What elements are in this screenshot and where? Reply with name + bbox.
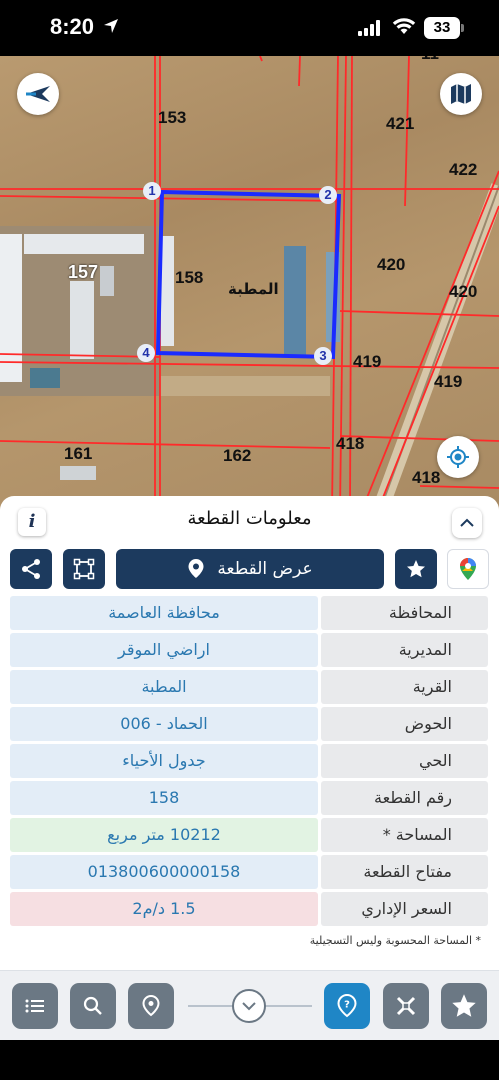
- parcel-label: 419: [434, 372, 463, 391]
- info-icon[interactable]: i: [18, 508, 46, 536]
- home-indicator-area: [0, 1040, 499, 1080]
- info-row-area: 10212 متر مربع المساحة *: [10, 818, 488, 852]
- chevron-down-icon: [242, 1002, 256, 1011]
- parcel-label: 418: [336, 434, 365, 453]
- info-value: 013800600000158: [10, 855, 318, 889]
- collapse-button[interactable]: [452, 508, 482, 538]
- svg-text:?: ?: [344, 1000, 350, 1011]
- view-parcel-label: عرض القطعة: [217, 559, 313, 579]
- sheet-title: معلومات القطعة: [187, 508, 312, 529]
- favorite-button[interactable]: [395, 549, 437, 589]
- map-view[interactable]: 153 421 422 157 158 420 420 419 419 418 …: [0, 56, 499, 510]
- info-row-parcel-key: 013800600000158 مفتاح القطعة: [10, 855, 488, 889]
- parcel-label: 161: [64, 444, 93, 463]
- vertex-marker[interactable]: 3: [314, 347, 332, 365]
- parcel-info-sheet: معلومات القطعة i عرض القطعة محافظة العاص…: [0, 496, 499, 970]
- star-icon: [452, 994, 476, 1017]
- my-location-button[interactable]: [437, 436, 479, 478]
- parcel-label: 153: [158, 108, 187, 127]
- crosshair-icon: [447, 446, 469, 468]
- area-footnote: * المساحة المحسوبة وليس التسجيلية: [309, 934, 481, 947]
- parcel-label: 11: [421, 56, 439, 64]
- info-value: المطبة: [10, 670, 318, 704]
- parcel-label: 162: [223, 446, 252, 465]
- bottom-toolbar: ?: [0, 970, 499, 1040]
- tools-icon: [396, 996, 416, 1016]
- info-row-parcel-number: 158 رقم القطعة: [10, 781, 488, 815]
- google-maps-button[interactable]: [447, 549, 489, 589]
- info-value: اراضي الموقر: [10, 633, 318, 667]
- info-row-village: المطبة القرية: [10, 670, 488, 704]
- info-key: رقم القطعة: [321, 781, 488, 815]
- search-icon: [83, 996, 102, 1015]
- map-layers-button[interactable]: [440, 73, 482, 115]
- list-button[interactable]: [12, 983, 58, 1029]
- parcel-label-selected: 158: [175, 268, 204, 287]
- info-row-directorate: اراضي الموقر المديرية: [10, 633, 488, 667]
- info-row-governorate: محافظة العاصمة المحافظة: [10, 596, 488, 630]
- north-compass-button[interactable]: [17, 73, 59, 115]
- info-key: المديرية: [321, 633, 488, 667]
- boundary-icon: [73, 558, 95, 580]
- parcel-label: 157: [68, 262, 99, 282]
- favorites-button[interactable]: [441, 983, 487, 1029]
- info-row-basin: الحماد - 006 الحوض: [10, 707, 488, 741]
- search-button[interactable]: [70, 983, 116, 1029]
- info-value: محافظة العاصمة: [10, 596, 318, 630]
- parcel-label: 418: [412, 468, 441, 487]
- village-label: المطبة: [228, 280, 279, 298]
- parcel-label: 422: [449, 160, 478, 179]
- info-row-neighborhood: جدول الأحياء الحي: [10, 744, 488, 778]
- info-row-admin-price: 1.5 د/م2 السعر الإداري: [10, 892, 488, 926]
- toolbar-expand-button[interactable]: [232, 989, 266, 1023]
- list-icon: [25, 999, 44, 1013]
- info-value: 158: [10, 781, 318, 815]
- battery-icon: 33: [424, 17, 460, 39]
- google-maps-icon: [460, 558, 476, 580]
- info-key: مفتاح القطعة: [321, 855, 488, 889]
- status-time: 8:20: [50, 14, 95, 39]
- info-key: القرية: [321, 670, 488, 704]
- status-bar: 8:20 33: [0, 0, 499, 56]
- parcel-label: 420: [449, 282, 478, 301]
- info-key: السعر الإداري: [321, 892, 488, 926]
- info-value: الحماد - 006: [10, 707, 318, 741]
- parcel-label: 419: [353, 352, 382, 371]
- info-key: الحي: [321, 744, 488, 778]
- share-button[interactable]: [10, 549, 52, 589]
- info-key: المحافظة: [321, 596, 488, 630]
- map-pin-icon: [188, 559, 204, 578]
- info-value: 1.5 د/م2: [10, 892, 318, 926]
- parcel-info-table: محافظة العاصمة المحافظة اراضي الموقر الم…: [10, 596, 488, 929]
- cellular-signal-icon: [358, 20, 380, 36]
- share-icon: [22, 559, 40, 579]
- info-key: الحوض: [321, 707, 488, 741]
- parcel-label: 420: [377, 255, 406, 274]
- parcel-label: 421: [386, 114, 415, 133]
- info-key: المساحة *: [321, 818, 488, 852]
- info-value: جدول الأحياء: [10, 744, 318, 778]
- vertex-marker[interactable]: 1: [143, 182, 161, 200]
- chevron-up-icon: [460, 518, 474, 527]
- location-pin-icon: [142, 995, 160, 1017]
- map-icon: [451, 84, 471, 104]
- measure-tools-button[interactable]: [383, 983, 429, 1029]
- location-arrow-icon: [104, 19, 118, 33]
- draw-boundary-button[interactable]: [63, 549, 105, 589]
- wifi-icon: [392, 18, 416, 34]
- compass-arrow-icon: [26, 86, 50, 102]
- location-pin-button[interactable]: [128, 983, 174, 1029]
- info-value: 10212 متر مربع: [10, 818, 318, 852]
- view-parcel-button[interactable]: عرض القطعة: [116, 549, 384, 589]
- battery-cap: [461, 24, 464, 32]
- parcel-query-button[interactable]: ?: [324, 983, 370, 1029]
- star-icon: [407, 560, 425, 578]
- vertex-marker[interactable]: 4: [137, 344, 155, 362]
- vertex-marker[interactable]: 2: [319, 186, 337, 204]
- question-pin-icon: ?: [337, 994, 357, 1018]
